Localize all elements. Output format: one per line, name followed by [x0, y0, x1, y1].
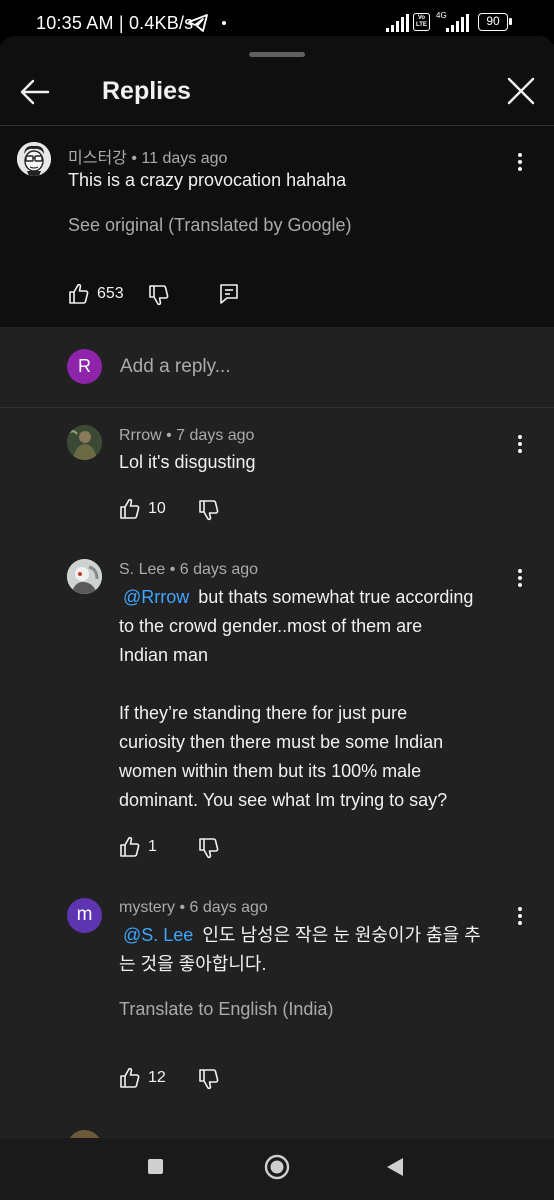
mention-link[interactable]: @S. Lee — [119, 925, 197, 945]
like-button[interactable]: 1 — [119, 836, 157, 858]
like-button[interactable]: 12 — [119, 1067, 166, 1089]
comment-meta: mystery • 6 days ago — [119, 899, 268, 916]
comment-meta: S. Lee • 6 days ago — [119, 561, 259, 578]
like-count: 653 — [97, 285, 124, 302]
comment-author[interactable]: S. Lee — [119, 561, 165, 578]
mention-link[interactable]: @Rrrow — [119, 587, 193, 607]
comment-time: 11 days ago — [141, 150, 228, 167]
recent-apps-button[interactable] — [148, 1159, 163, 1174]
comment-text: @S. Lee 인도 남성은 작은 눈 원숭이가 춤을 추 는 것을 좋아합니다… — [119, 925, 481, 974]
comment-time: 6 days ago — [179, 561, 259, 578]
thumbs-down-icon[interactable] — [198, 499, 220, 521]
thumbs-down-icon[interactable] — [148, 284, 170, 306]
comment-time: 7 days ago — [176, 427, 255, 444]
like-count: 12 — [148, 1069, 166, 1086]
system-nav-bar — [0, 1138, 554, 1200]
translate-link[interactable]: Translate to English (India) — [119, 999, 333, 1020]
volte-icon: Vo LTE — [413, 13, 430, 31]
status-time: 10:35 AM | 0.4KB/s — [36, 13, 194, 33]
profile-photo-icon — [67, 425, 102, 460]
current-user-avatar[interactable]: R — [67, 349, 102, 384]
comment-text: @Rrrow but thats somewhat true according… — [119, 587, 474, 810]
comment-meta: Rrrow • 7 days ago — [119, 427, 255, 444]
comment-time: 6 days ago — [189, 899, 268, 916]
telegram-icon — [188, 14, 208, 32]
comment-author[interactable]: Rrrow — [119, 427, 162, 444]
like-count: 1 — [148, 838, 157, 855]
back-button[interactable] — [386, 1157, 404, 1177]
thumbs-up-icon — [120, 1067, 140, 1088]
cartoon-face-icon — [17, 142, 51, 176]
battery-icon: 90 — [478, 13, 512, 31]
thumbs-up-icon — [69, 283, 89, 304]
reply-comment-icon[interactable] — [219, 283, 239, 305]
thumbs-up-icon — [120, 498, 140, 519]
home-button[interactable] — [264, 1154, 290, 1180]
avatar[interactable] — [67, 1130, 102, 1138]
replies-header: Replies — [0, 62, 554, 124]
close-icon[interactable] — [504, 74, 538, 108]
replies-list: Rrrow • 7 days ago Lol it's disgusting 1… — [0, 408, 554, 1138]
like-button[interactable]: 10 — [119, 498, 166, 520]
thumbs-up-icon — [120, 836, 140, 857]
parent-comment: 미스터강 • 11 days ago This is a crazy provo… — [0, 126, 554, 326]
back-arrow-icon[interactable] — [18, 75, 52, 109]
signal-icon — [386, 14, 409, 32]
avatar[interactable] — [67, 425, 102, 460]
like-count: 10 — [148, 500, 166, 517]
avatar[interactable] — [67, 559, 102, 594]
avatar[interactable] — [17, 142, 51, 176]
more-options-icon[interactable] — [516, 433, 524, 455]
reply-input[interactable] — [120, 353, 510, 381]
more-options-icon[interactable] — [516, 151, 524, 173]
profile-photo-icon — [67, 559, 102, 594]
see-original-link[interactable]: See original (Translated by Google) — [68, 215, 351, 236]
comment-meta: 미스터강 • 11 days ago — [68, 150, 228, 167]
comment-text: Lol it's disgusting — [119, 452, 256, 472]
comment-author[interactable]: mystery — [119, 899, 175, 916]
drag-handle[interactable] — [249, 52, 305, 57]
network-type: 4G — [436, 11, 447, 20]
notification-dot — [222, 21, 226, 25]
page-title: Replies — [102, 77, 191, 105]
comment-author[interactable]: 미스터강 — [68, 150, 127, 167]
avatar[interactable]: m — [67, 898, 102, 933]
like-button[interactable]: 653 — [68, 283, 124, 305]
thumbs-down-icon[interactable] — [198, 837, 220, 859]
comment-text: This is a crazy provocation hahaha — [68, 170, 347, 190]
reply-input-area: R — [0, 327, 554, 407]
thumbs-down-icon[interactable] — [198, 1068, 220, 1090]
